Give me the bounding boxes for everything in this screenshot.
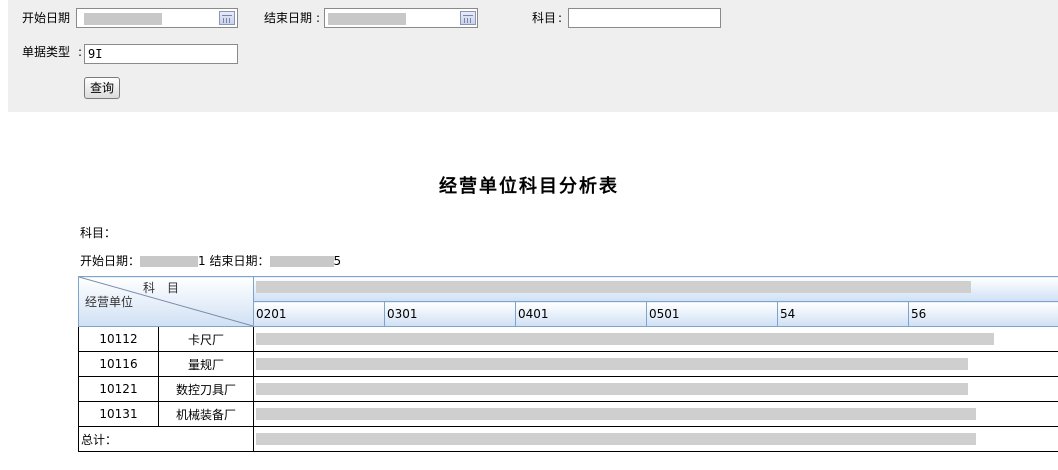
row-values [253, 351, 1058, 377]
doc-type-colon: : [78, 45, 83, 59]
unit-name: 机械装备厂 [158, 401, 254, 427]
corner-header: 科 目 经营单位 [78, 276, 254, 327]
subject-names-header [253, 276, 1058, 302]
redacted-values [256, 408, 976, 420]
subject-input[interactable] [568, 8, 721, 28]
end-date-fragment: 5 [333, 254, 342, 268]
code-header: 54 [777, 301, 909, 327]
query-button[interactable]: 查询 [84, 77, 120, 99]
corner-subject-label: 科 目 [142, 281, 179, 295]
table-row: 10116 量规厂 [78, 351, 1058, 377]
total-row: 总计： [78, 426, 1058, 452]
redacted-values [256, 433, 976, 445]
total-values [253, 426, 1058, 452]
subject-line: 科目： [80, 226, 117, 240]
row-values [253, 376, 1058, 402]
end-date-label: 结束日期 [264, 11, 313, 25]
unit-code: 10131 [78, 401, 159, 427]
unit-name: 量规厂 [158, 351, 254, 377]
redacted-subject-names [256, 281, 971, 293]
redacted-values [256, 358, 968, 370]
start-date-caption: 开始日期： [80, 254, 141, 268]
doc-type-label: 单据类型 [22, 45, 71, 59]
redacted-values [256, 333, 994, 345]
code-header: 0301 [384, 301, 516, 327]
table-row: 10121 数控刀具厂 [78, 376, 1058, 402]
redacted-start-date-value [140, 256, 199, 267]
total-label: 总计： [78, 426, 254, 452]
end-date-colon: : [316, 11, 321, 25]
unit-code: 10112 [78, 326, 159, 352]
start-date-label: 开始日期 [22, 11, 71, 25]
code-header: 0201 [253, 301, 385, 327]
unit-code: 10121 [78, 376, 159, 402]
code-header: 0401 [515, 301, 647, 327]
table-row: 10112 卡尺厂 [78, 326, 1058, 352]
table-row: 10131 机械装备厂 [78, 401, 1058, 427]
code-header: 0501 [646, 301, 778, 327]
redacted-values [256, 383, 968, 395]
redacted-start-date [84, 13, 162, 25]
report-title: 经营单位科目分析表 [439, 176, 619, 197]
calendar-icon[interactable] [219, 11, 235, 25]
date-range-line: 开始日期： 1 结束日期： 5 [80, 252, 341, 269]
corner-unit-label: 经营单位 [85, 295, 134, 309]
end-date-caption: 结束日期： [209, 254, 270, 268]
report-table: 科 目 经营单位 0201 0301 0401 0501 54 56 10112… [78, 276, 1058, 452]
row-values [253, 326, 1058, 352]
subject-label: 科目 [532, 11, 557, 25]
redacted-end-date [328, 13, 406, 25]
doc-type-input[interactable]: 9I [84, 44, 238, 64]
start-date-fragment: 1 [198, 254, 206, 268]
row-values [253, 401, 1058, 427]
redacted-end-date-value [269, 256, 334, 267]
calendar-icon[interactable] [460, 11, 476, 25]
unit-name: 卡尺厂 [158, 326, 254, 352]
code-header: 56 [908, 301, 1058, 327]
unit-name: 数控刀具厂 [158, 376, 254, 402]
unit-code: 10116 [78, 351, 159, 377]
subject-colon: : [558, 11, 563, 25]
header-row-subjects: 科 目 经营单位 [78, 276, 1058, 327]
